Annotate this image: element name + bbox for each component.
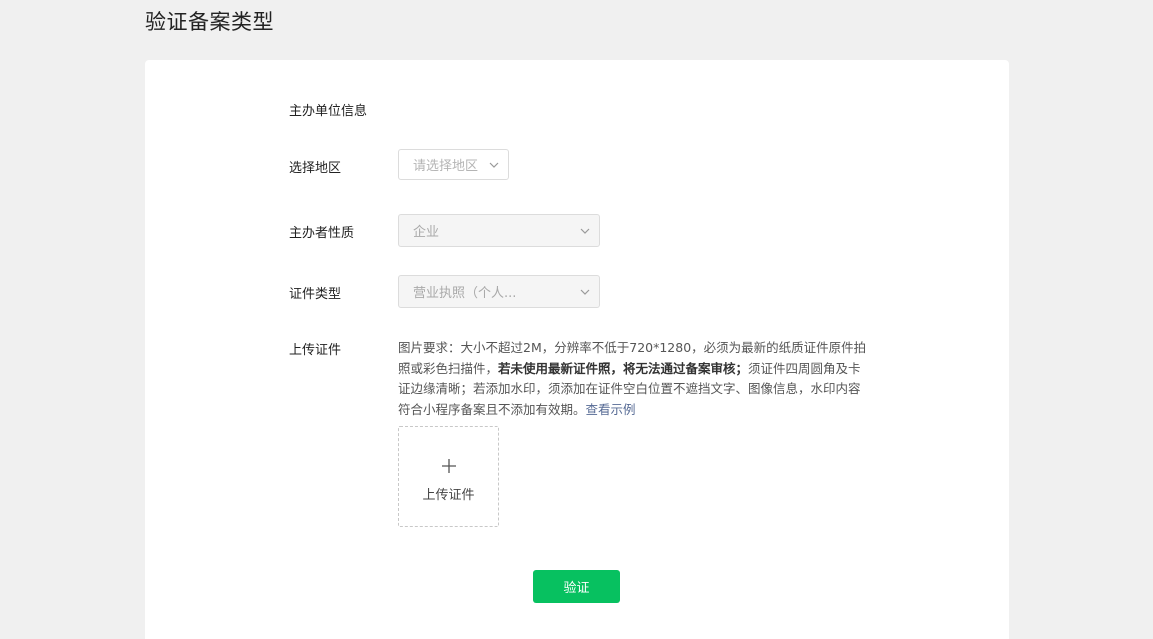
cert-type-value: 营业执照（个人... bbox=[413, 286, 517, 301]
region-select[interactable]: 请选择地区 bbox=[398, 149, 509, 180]
verify-button[interactable]: 验证 bbox=[533, 570, 620, 603]
region-label: 选择地区 bbox=[289, 161, 342, 176]
page-title: 验证备案类型 bbox=[145, 10, 274, 34]
nature-label: 主办者性质 bbox=[289, 226, 355, 241]
plus-icon bbox=[442, 458, 456, 473]
chevron-down-icon bbox=[579, 225, 591, 237]
cert-type-label: 证件类型 bbox=[289, 287, 342, 302]
section-title: 主办单位信息 bbox=[289, 104, 368, 119]
requirements-warning: 若未使用最新证件照，将无法通过备案审核； bbox=[498, 360, 749, 376]
upload-requirements: 图片要求：大小不超过2M，分辨率不低于720*1280，必须为最新的纸质证件原件… bbox=[398, 338, 868, 420]
upload-label: 上传证件 bbox=[289, 343, 342, 358]
view-example-link[interactable]: 查看示例 bbox=[586, 402, 636, 417]
chevron-down-icon bbox=[488, 159, 500, 171]
region-placeholder: 请选择地区 bbox=[413, 159, 479, 174]
upload-box-label: 上传证件 bbox=[422, 488, 475, 503]
page: 验证备案类型 主办单位信息 选择地区 请选择地区 主办者性质 企业 证件类型 营… bbox=[0, 0, 1153, 639]
nature-select[interactable]: 企业 bbox=[398, 214, 600, 247]
nature-value: 企业 bbox=[413, 225, 440, 240]
form-card: 主办单位信息 选择地区 请选择地区 主办者性质 企业 证件类型 营业执照（个人.… bbox=[145, 60, 1009, 639]
cert-type-select[interactable]: 营业执照（个人... bbox=[398, 275, 600, 308]
chevron-down-icon bbox=[579, 286, 591, 298]
upload-box[interactable]: 上传证件 bbox=[398, 426, 499, 527]
